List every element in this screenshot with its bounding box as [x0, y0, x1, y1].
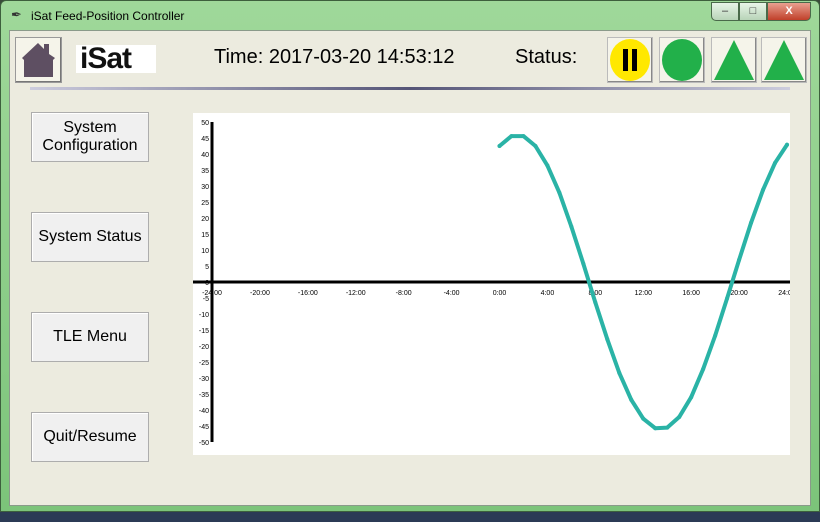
x-tick-label: -12:00 [346, 290, 366, 297]
home-icon [22, 43, 55, 77]
tle-menu-button[interactable]: TLE Menu [31, 312, 149, 362]
y-tick-label: -10 [199, 312, 209, 319]
data-point [677, 415, 682, 420]
x-tick-label: -8:00 [396, 290, 412, 297]
logo: iSat [76, 44, 156, 74]
triangle-icon [714, 40, 754, 80]
y-tick-label: 5 [205, 264, 209, 271]
window-title: iSat Feed-Position Controller [31, 9, 185, 23]
data-point [689, 395, 694, 400]
triangle-icon [764, 40, 804, 80]
quit-resume-button[interactable]: Quit/Resume [31, 412, 149, 462]
feather-icon: ✒ [11, 7, 22, 22]
y-tick-label: 45 [201, 136, 209, 143]
data-point [641, 416, 646, 421]
pause-icon [610, 39, 650, 81]
minimize-button[interactable]: – [711, 2, 739, 21]
triangle-status-button-2[interactable] [761, 37, 807, 83]
maximize-button[interactable]: □ [739, 2, 767, 21]
x-tick-label: -20:00 [250, 290, 270, 297]
data-point [629, 397, 634, 402]
data-point [653, 426, 658, 431]
x-tick-label: 4:00 [541, 290, 555, 297]
circle-status-button[interactable] [659, 37, 705, 83]
chart-canvas: 50454035302520151050-5-10-15-20-25-30-35… [193, 120, 796, 447]
y-tick-label: -15 [199, 328, 209, 335]
x-tick-label: 0:00 [493, 290, 507, 297]
y-tick-label: -30 [199, 376, 209, 383]
y-tick-label: 35 [201, 168, 209, 175]
data-point [701, 367, 706, 372]
data-point [785, 142, 789, 147]
x-tick-label: 16:00 [682, 290, 700, 297]
y-tick-label: 40 [201, 152, 209, 159]
data-point [665, 425, 670, 430]
close-button[interactable]: X [767, 2, 811, 21]
position-chart: 50 45 40 35 30 25 20 15 10 5 0 -5 -10 -15 -20 -25 -30 -35… [193, 113, 796, 455]
x-tick-label: 24:00 [778, 290, 790, 297]
status-label: Status: [515, 46, 578, 68]
home-button[interactable] [15, 37, 62, 83]
y-tick-label: -5 [203, 296, 209, 303]
x-tick-label: -24:00 [202, 290, 222, 297]
circle-icon [662, 39, 702, 81]
x-tick-label: 12:00 [634, 290, 652, 297]
y-tick-label: 20 [201, 216, 209, 223]
triangle-status-button-1[interactable] [711, 37, 757, 83]
y-tick-label: 0 [205, 280, 209, 287]
y-tick-label: 15 [201, 232, 209, 239]
y-tick-label: -25 [199, 360, 209, 367]
x-tick-label: -4:00 [444, 290, 460, 297]
header-divider [30, 87, 790, 90]
y-tick-label: 10 [201, 248, 209, 255]
data-point [617, 370, 622, 375]
y-tick-label: 25 [201, 200, 209, 207]
data-point [737, 257, 742, 262]
y-tick-label: 30 [201, 184, 209, 191]
data-point [533, 144, 538, 148]
system-status-button[interactable]: System Status [31, 212, 149, 262]
data-point [581, 261, 586, 266]
pause-status-button[interactable] [607, 37, 653, 83]
y-tick-label: -50 [199, 440, 209, 447]
data-point [497, 144, 502, 148]
data-point [521, 134, 526, 139]
y-tick-label: 50 [201, 120, 209, 127]
title-bar[interactable]: ✒ iSat Feed-Position Controller – □ X [1, 1, 819, 29]
y-tick-label: -45 [199, 424, 209, 431]
data-point [725, 296, 730, 301]
x-tick-label: -16:00 [298, 290, 318, 297]
y-tick-label: -20 [199, 344, 209, 351]
background-strip [0, 512, 820, 522]
data-point [605, 337, 610, 342]
time-display: Time: 2017-03-20 14:53:12 [214, 46, 455, 68]
data-point [749, 220, 754, 225]
x-tick-label: 20:00 [730, 290, 748, 297]
data-point [713, 333, 718, 338]
y-tick-label: -40 [199, 408, 209, 415]
y-tick-label: -35 [199, 392, 209, 399]
data-point [569, 224, 574, 229]
data-point [545, 163, 550, 168]
client-area: iSat Time: 2017-03-20 14:53:12 Status: S… [9, 30, 811, 506]
data-point [593, 300, 598, 305]
data-point [761, 187, 766, 192]
data-point [773, 160, 778, 165]
data-point [509, 134, 514, 139]
system-configuration-button[interactable]: System Configuration [31, 112, 149, 162]
app-window: ✒ iSat Feed-Position Controller – □ X iS… [0, 0, 820, 512]
data-point [557, 190, 562, 195]
